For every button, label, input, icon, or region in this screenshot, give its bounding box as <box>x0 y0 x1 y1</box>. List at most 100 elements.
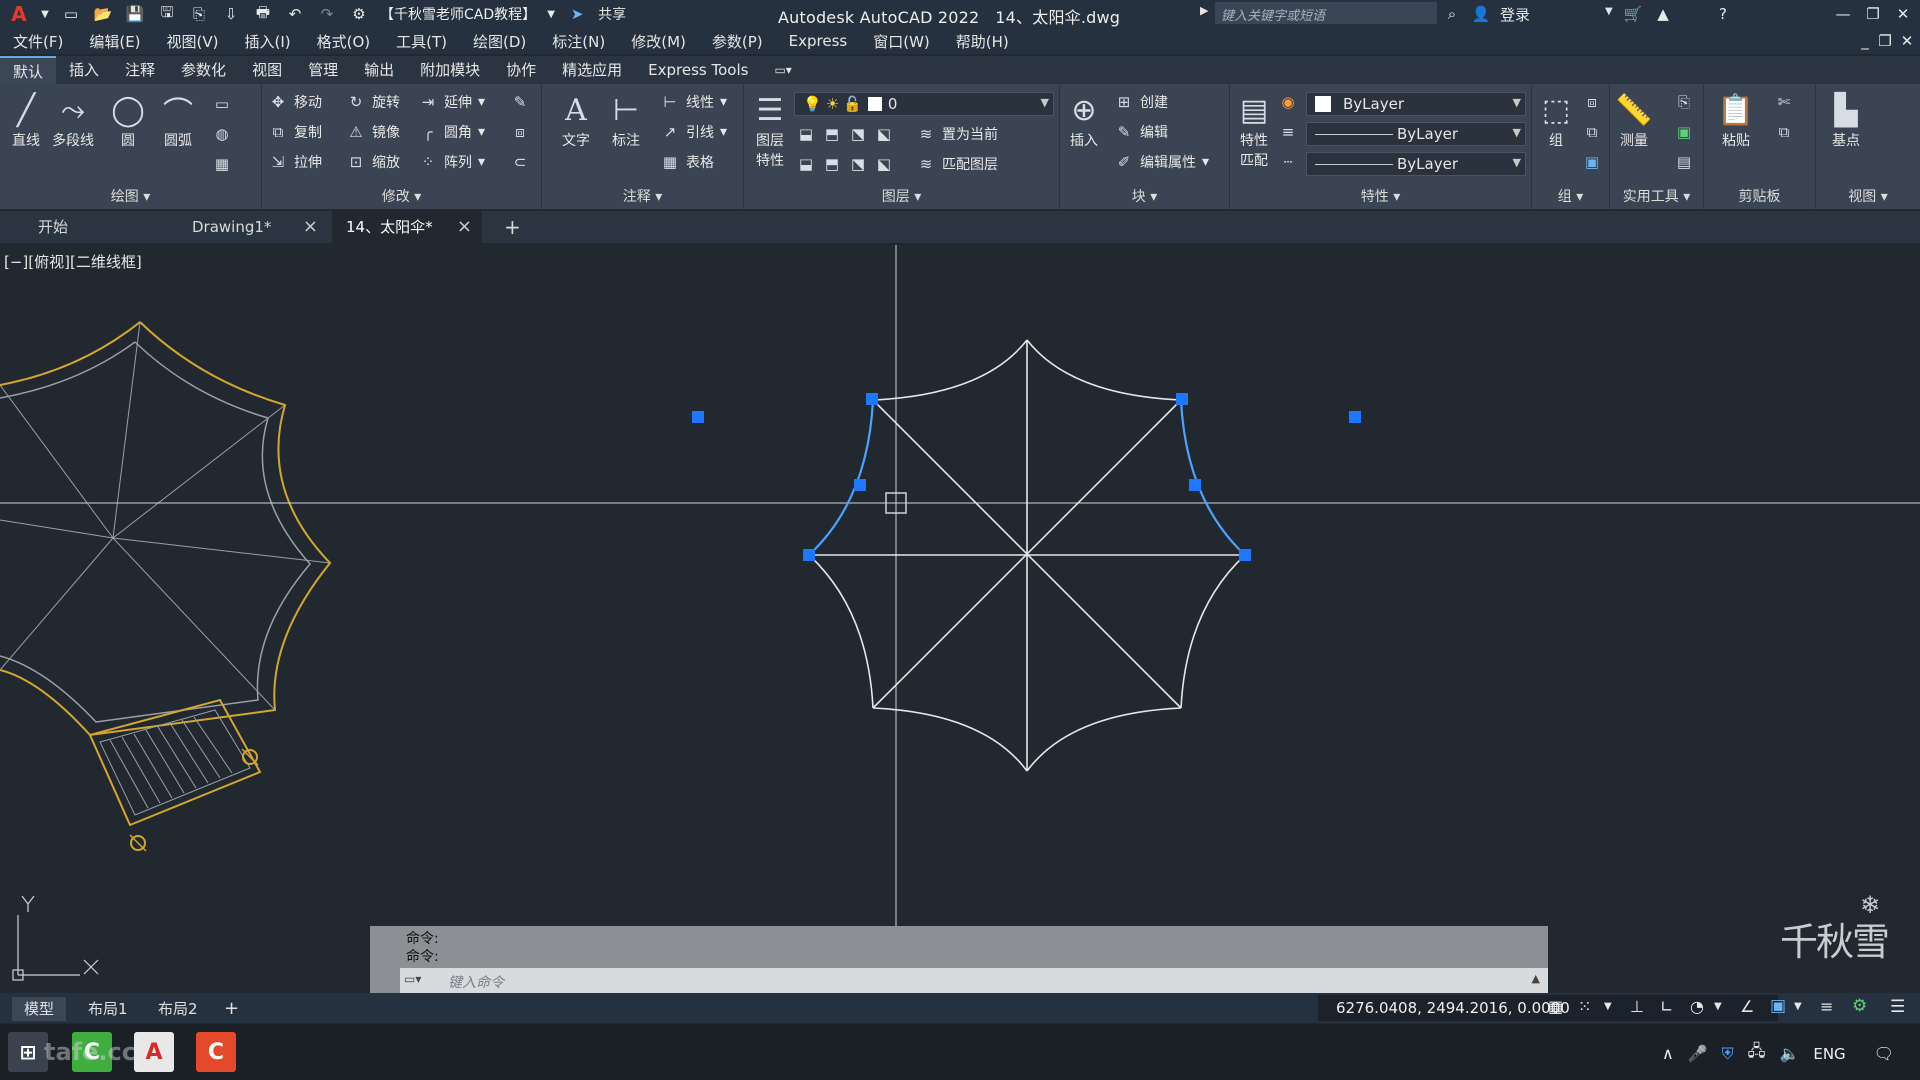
login-button[interactable]: 登录 <box>1500 4 1530 25</box>
hatch-icon[interactable]: ◍ <box>212 124 232 144</box>
print-icon[interactable]: 🖶 <box>252 3 274 25</box>
chevron-down-icon[interactable]: ▼ <box>40 3 50 25</box>
create-block-button[interactable]: ⊞ 创建 <box>1114 92 1168 112</box>
network-icon[interactable]: 🖧 <box>1748 1040 1766 1067</box>
group-tool-2-icon[interactable]: ⧉ <box>1582 122 1602 142</box>
menu-draw[interactable]: 绘图(D) <box>460 31 539 52</box>
layer-tools-row3[interactable]: ⬓ ⬒ ⬔ ⬕ <box>796 154 894 174</box>
volume-icon[interactable]: 🔈 <box>1779 1044 1799 1063</box>
import-icon[interactable]: ⇩ <box>220 3 242 25</box>
match-layer-button[interactable]: ≋ 匹配图层 <box>916 154 998 174</box>
microphone-icon[interactable]: 🎤 <box>1688 1044 1708 1063</box>
ortho-icon[interactable]: ∟ <box>1660 997 1673 1016</box>
user-icon[interactable]: 👤 <box>1470 3 1492 25</box>
autodesk-icon[interactable]: ▲ <box>1652 3 1674 25</box>
close-icon[interactable]: ✕ <box>1892 3 1914 25</box>
tab-annotate[interactable]: 注释 <box>112 56 168 84</box>
copy-button[interactable]: ⧉ 复制 <box>268 122 322 142</box>
menu-tools[interactable]: 工具(T) <box>383 31 460 52</box>
base-view-button[interactable]: ▙ 基点 <box>1826 90 1866 150</box>
layout-tab-layout1[interactable]: 布局1 <box>76 997 140 1021</box>
command-prompt-icon[interactable]: ▭▾ <box>404 972 421 986</box>
minimize-icon[interactable]: — <box>1832 3 1854 25</box>
search-input[interactable]: 键入关键字或短语 <box>1215 2 1437 24</box>
copy-clip-icon[interactable]: ⧉ <box>1774 122 1794 142</box>
group-tool-1-icon[interactable]: ⧈ <box>1582 92 1602 112</box>
menu-help[interactable]: 帮助(H) <box>943 31 1022 52</box>
dimension-button[interactable]: ⊢ 标注 <box>606 90 646 150</box>
make-current-button[interactable]: ≋ 置为当前 <box>916 124 998 144</box>
close-icon[interactable]: × <box>303 211 318 243</box>
rectangle-icon[interactable]: ▭ <box>212 94 232 114</box>
layers-group-title[interactable]: 图层 ▾ <box>744 186 1059 206</box>
color-wheel-icon[interactable]: ◉ <box>1278 92 1298 112</box>
layer-dropdown[interactable]: 💡 ☀ 🔓 0 ▼ <box>794 92 1054 116</box>
command-input[interactable]: ▭▾ 键入命令 ▲ <box>400 968 1548 994</box>
shield-icon[interactable]: ⛨ <box>1722 1044 1734 1064</box>
autocad-app[interactable]: A <box>134 1032 174 1072</box>
chevron-up-icon[interactable]: ▲ <box>1532 972 1540 985</box>
layout-tab-layout2[interactable]: 布局2 <box>146 997 210 1021</box>
menu-modify[interactable]: 修改(M) <box>618 31 699 52</box>
tab-parametric[interactable]: 参数化 <box>168 56 239 84</box>
extend-button[interactable]: ⇥ 延伸 ▾ <box>418 92 485 112</box>
help-icon[interactable]: ? <box>1712 3 1734 25</box>
cart-icon[interactable]: 🛒 <box>1622 3 1644 25</box>
chevron-down-icon[interactable]: ▼ <box>1794 1001 1802 1012</box>
utilities-group-title[interactable]: 实用工具 ▾ <box>1610 186 1703 206</box>
lineweight-toggle-icon[interactable]: ≡ <box>1820 997 1833 1016</box>
menu-window[interactable]: 窗口(W) <box>860 31 943 52</box>
offset-icon[interactable]: ⊂ <box>510 152 530 172</box>
move-button[interactable]: ✥ 移动 <box>268 92 322 112</box>
explode-icon[interactable]: ⧈ <box>510 122 530 142</box>
tab-default[interactable]: 默认 <box>0 56 57 84</box>
view-group-title[interactable]: 视图 ▾ <box>1816 186 1920 206</box>
line-button[interactable]: ╱ 直线 <box>6 90 46 150</box>
stretch-button[interactable]: ⇲ 拉伸 <box>268 152 322 172</box>
tab-output[interactable]: 输出 <box>351 56 407 84</box>
isodraft-icon[interactable]: ∠ <box>1740 997 1754 1016</box>
measure-button[interactable]: 📏 测量 <box>1614 90 1654 150</box>
chevron-down-icon[interactable]: ▼ <box>546 3 556 25</box>
menu-insert[interactable]: 插入(I) <box>232 31 304 52</box>
recorder-app[interactable]: C <box>196 1032 236 1072</box>
chevron-down-icon[interactable]: ▼ <box>1605 6 1613 17</box>
doc-tab-start[interactable]: 开始 <box>24 211 174 243</box>
menu-parametric[interactable]: 参数(P) <box>699 31 776 52</box>
ribbon-toggle-icon[interactable]: ▭▾ <box>761 56 804 84</box>
insert-button[interactable]: ⊕ 插入 <box>1064 90 1104 150</box>
lineweight-dropdown[interactable]: ByLayer ▼ <box>1306 152 1526 176</box>
menu-file[interactable]: 文件(F) <box>0 31 76 52</box>
open-folder-icon[interactable]: 📂 <box>92 3 114 25</box>
cut-icon[interactable]: ✄ <box>1774 92 1794 112</box>
osnap-icon[interactable]: ▣ <box>1770 996 1786 1016</box>
utility-tool-2-icon[interactable]: ▣ <box>1674 122 1694 142</box>
start-button[interactable]: ⊞ <box>8 1032 48 1072</box>
leader-button[interactable]: ↗ 引线 ▾ <box>660 122 727 142</box>
tab-manage[interactable]: 管理 <box>295 56 351 84</box>
linetype-dropdown[interactable]: ByLayer ▼ <box>1306 122 1526 146</box>
tab-insert[interactable]: 插入 <box>56 56 112 84</box>
search-icon[interactable]: ⌕ <box>1441 3 1463 25</box>
share-icon[interactable]: ➤ <box>566 3 588 25</box>
lineweight-icon[interactable]: ≡ <box>1278 122 1298 142</box>
menu-view[interactable]: 视图(V) <box>154 31 232 52</box>
tab-addins[interactable]: 附加模块 <box>407 56 493 84</box>
export-icon[interactable]: ⎘ <box>188 3 210 25</box>
edit-attributes-button[interactable]: ✐ 编辑属性 ▾ <box>1114 152 1209 172</box>
restore-icon[interactable]: ❐ <box>1862 3 1884 25</box>
match-properties-button[interactable]: ▤ 特性 匹配 <box>1234 90 1274 170</box>
mirror-button[interactable]: ⚠ 镜像 <box>346 122 400 142</box>
annotation-group-title[interactable]: 注释 ▾ <box>542 186 743 206</box>
paste-button[interactable]: 📋 粘贴 <box>1716 90 1756 150</box>
undo-icon[interactable]: ↶ <box>284 3 306 25</box>
modify-group-title[interactable]: 修改 ▾ <box>262 186 541 206</box>
properties-group-title[interactable]: 特性 ▾ <box>1230 186 1531 206</box>
snap-icon[interactable]: ⁙ <box>1578 997 1591 1016</box>
group-button[interactable]: ⬚ 组 <box>1536 90 1576 150</box>
layout-tab-model[interactable]: 模型 <box>12 997 67 1021</box>
save-icon[interactable]: 💾 <box>124 3 146 25</box>
infer-constraints-icon[interactable]: ⊥ <box>1630 997 1644 1016</box>
circle-button[interactable]: ◯ 圆 <box>108 90 148 150</box>
layer-tools-row2[interactable]: ⬓ ⬒ ⬔ ⬕ <box>796 124 894 144</box>
